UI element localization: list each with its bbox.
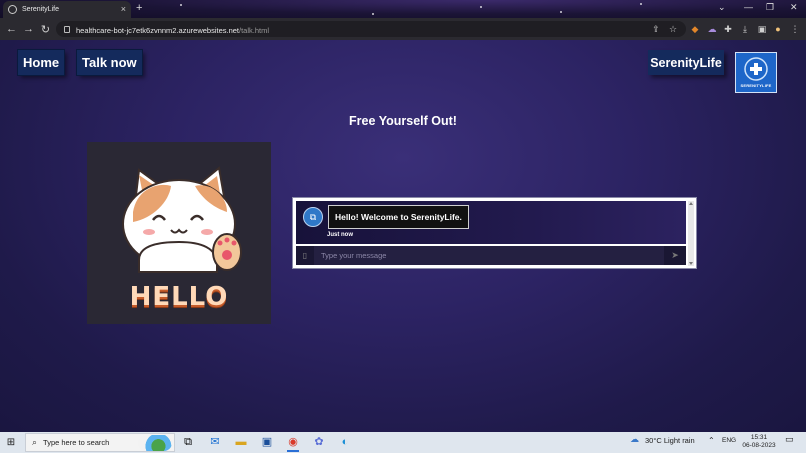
notifications-icon[interactable]: ▭ bbox=[785, 434, 794, 445]
bot-avatar-icon: ⧉ bbox=[303, 207, 323, 227]
share-icon[interactable]: ⇪ bbox=[649, 22, 663, 36]
message-timestamp: Just now bbox=[327, 232, 354, 238]
medical-cross-icon bbox=[744, 57, 768, 81]
talk-now-button[interactable]: Talk now bbox=[77, 50, 142, 75]
browser-menu-icon[interactable]: ⋮ bbox=[788, 22, 802, 36]
language-indicator[interactable]: ENG bbox=[722, 437, 736, 444]
bookmark-star-icon[interactable]: ☆ bbox=[666, 22, 680, 36]
reload-icon[interactable]: ↻ bbox=[37, 23, 54, 36]
profile-avatar[interactable]: ● bbox=[771, 22, 785, 36]
chat-message-area: ⧉ Hello! Welcome to SerenityLife. Just n… bbox=[296, 201, 686, 244]
page-headline: Free Yourself Out! bbox=[349, 114, 457, 128]
taskbar-clock[interactable]: 15:31 06-08-2023 bbox=[742, 434, 776, 450]
decorative-star bbox=[372, 13, 374, 15]
url-host: healthcare-bot-jc7etk6zvnnm2.azurewebsit… bbox=[76, 26, 240, 35]
home-button[interactable]: Home bbox=[18, 50, 65, 75]
waving-cat-image: HELLO bbox=[87, 142, 271, 324]
chrome-icon[interactable]: ◉ bbox=[285, 434, 301, 452]
windows-start-icon[interactable]: ⊞ bbox=[0, 437, 22, 448]
tab-search-chevron-icon[interactable]: ⌄ bbox=[718, 2, 726, 13]
chat-input-row: ▯ ➤ bbox=[296, 246, 686, 265]
page-content: Home Talk now SerenityLife SERENITYLIFE … bbox=[0, 40, 806, 432]
app-icon[interactable]: ✿ bbox=[311, 434, 327, 450]
metamask-extension-icon[interactable]: ◆ bbox=[688, 22, 702, 36]
side-panel-icon[interactable]: ▣ bbox=[755, 22, 769, 36]
hello-caption: HELLO bbox=[129, 282, 229, 312]
chat-widget: ⧉ Hello! Welcome to SerenityLife. Just n… bbox=[292, 197, 697, 269]
tray-chevron-icon[interactable]: ⌃ bbox=[708, 436, 715, 445]
new-tab-button[interactable]: + bbox=[136, 2, 142, 14]
minimize-button[interactable]: — bbox=[744, 2, 753, 12]
clock-date: 06-08-2023 bbox=[742, 442, 776, 449]
store-icon[interactable]: ▣ bbox=[259, 434, 275, 450]
decorative-star bbox=[480, 6, 482, 8]
back-arrow-icon[interactable]: ← bbox=[3, 23, 20, 35]
url-path: /talk.html bbox=[239, 26, 270, 35]
decorative-star bbox=[560, 11, 562, 13]
decorative-star bbox=[180, 4, 182, 6]
chat-scrollbar[interactable] bbox=[688, 201, 694, 266]
file-explorer-icon[interactable]: ▬ bbox=[233, 434, 249, 450]
cat-illustration bbox=[122, 166, 242, 273]
taskbar-search-box[interactable]: ⌕ Type here to search bbox=[25, 433, 175, 452]
scroll-up-arrow-icon[interactable] bbox=[689, 202, 693, 205]
download-icon[interactable]: ⤓ bbox=[738, 22, 752, 36]
browser-tab-strip: SerenityLife × + ⌄ — ❐ ✕ bbox=[0, 0, 806, 18]
extension-cloud-icon[interactable]: ☁ bbox=[705, 22, 719, 36]
message-input[interactable] bbox=[314, 246, 664, 265]
serenitylife-logo: SERENITYLIFE bbox=[735, 52, 777, 93]
task-view-icon[interactable]: ⧉ bbox=[180, 434, 196, 450]
clock-time: 15:31 bbox=[750, 434, 768, 441]
lock-icon bbox=[64, 25, 70, 33]
weather-icon[interactable]: ☁ bbox=[630, 434, 639, 445]
close-window-button[interactable]: ✕ bbox=[790, 2, 798, 13]
edge-icon[interactable]: ◐ bbox=[337, 434, 353, 450]
address-bar[interactable]: healthcare-bot-jc7etk6zvnnm2.azurewebsit… bbox=[56, 21, 686, 37]
brand-title[interactable]: SerenityLife bbox=[648, 50, 724, 75]
taskbar-search-placeholder: Type here to search bbox=[43, 438, 110, 447]
browser-tab[interactable]: SerenityLife × bbox=[3, 1, 131, 18]
decorative-star bbox=[640, 3, 642, 5]
send-icon[interactable]: ➤ bbox=[664, 246, 686, 265]
bot-message-bubble: Hello! Welcome to SerenityLife. bbox=[328, 205, 469, 229]
logo-text: SERENITYLIFE bbox=[740, 83, 772, 88]
extensions-puzzle-icon[interactable]: ✚ bbox=[721, 22, 735, 36]
attachment-icon[interactable]: ▯ bbox=[296, 246, 314, 265]
tab-title: SerenityLife bbox=[22, 6, 59, 13]
forward-arrow-icon[interactable]: → bbox=[20, 23, 37, 35]
mail-icon[interactable]: ✉ bbox=[207, 434, 223, 450]
search-highlight-art bbox=[138, 435, 172, 451]
weather-text[interactable]: 30°C Light rain bbox=[645, 436, 695, 445]
close-tab-icon[interactable]: × bbox=[121, 5, 126, 14]
tab-favicon-icon bbox=[8, 5, 17, 14]
scroll-down-arrow-icon[interactable] bbox=[689, 262, 693, 265]
maximize-button[interactable]: ❐ bbox=[766, 2, 774, 13]
search-icon: ⌕ bbox=[32, 437, 38, 447]
